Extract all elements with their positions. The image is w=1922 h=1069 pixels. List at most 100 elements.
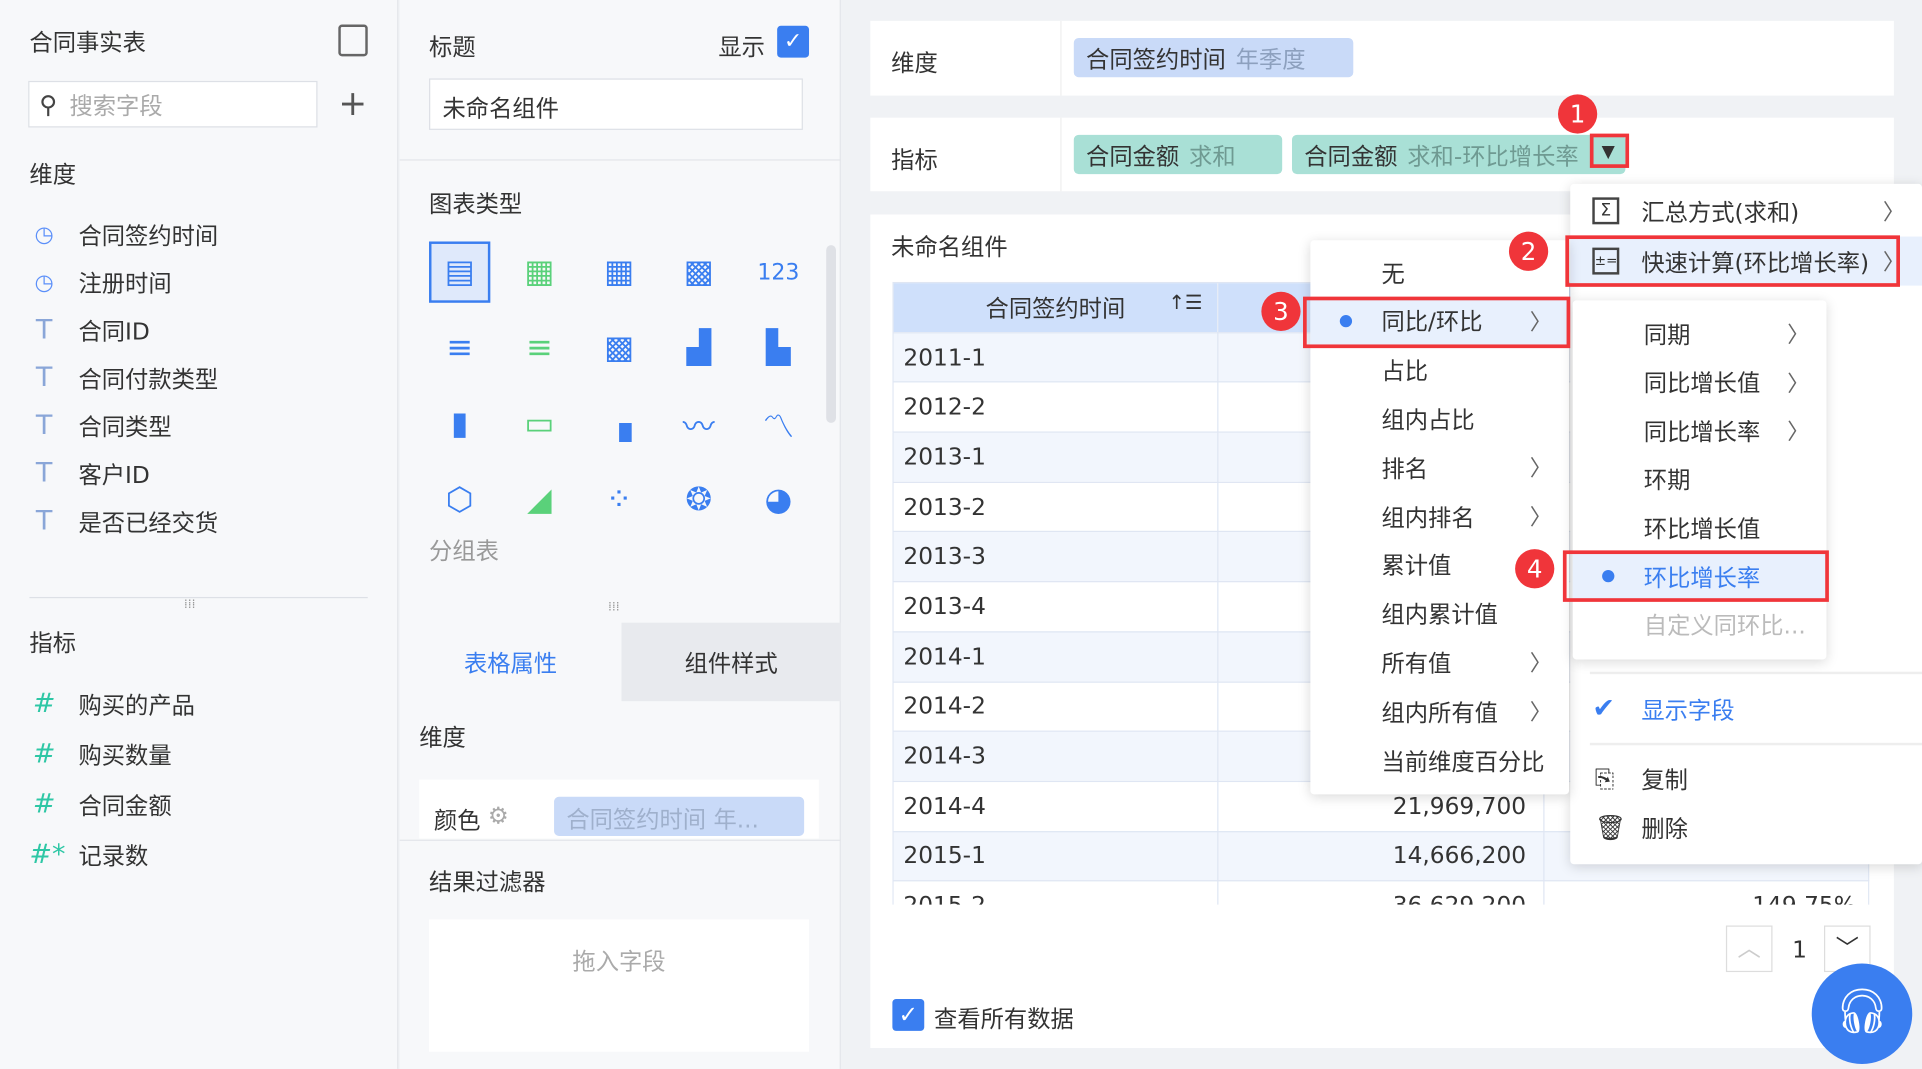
dimension-pill[interactable]: 合同签约时间 年季度 (1073, 37, 1354, 78)
field-item[interactable]: ◷ 注册时间 (29, 266, 171, 299)
scrollbar[interactable] (826, 245, 836, 423)
menu-item-compare-4[interactable]: 环比增长值 (1573, 503, 1827, 552)
field-item[interactable]: # 购买的产品 (29, 688, 195, 721)
copy-icon: ⎘ (1594, 763, 1615, 794)
field-item[interactable]: T 客户ID (29, 457, 150, 490)
chart-type-stacked-bar-icon[interactable]: ▙ (748, 317, 809, 378)
support-headset-icon[interactable]: 🎧︎ (1811, 963, 1913, 1064)
sort-icon[interactable]: ↑☰ (1168, 291, 1202, 314)
hash-icon: # (32, 789, 56, 821)
menu-item-summary[interactable]: Σ 汇总方式(求和) 〉 (1570, 186, 1922, 235)
color-field-pill[interactable]: 合同签约时间 年... (554, 796, 805, 836)
pill-name: 合同金额 (1304, 142, 1398, 170)
chart-type-scatter-chart-icon[interactable]: ⁘ (588, 469, 649, 530)
step-badge: 2 (1508, 231, 1549, 271)
metric-bar-label: 指标 (891, 147, 938, 175)
divider (399, 159, 841, 161)
gear-icon[interactable]: ⚙ (488, 803, 509, 830)
field-item[interactable]: ◷ 合同签约时间 (29, 218, 218, 251)
dimension-bar: 维度 合同签约时间 年季度 (870, 20, 1894, 96)
chart-type-radar-chart-icon[interactable]: ⬡ (429, 469, 490, 530)
menu-item-quick-3[interactable]: 组内占比 (1310, 394, 1569, 443)
cell-date: 2013-1 (892, 431, 1219, 483)
menu-item-quick-4[interactable]: 排名〉 (1310, 443, 1569, 492)
view-all-checkbox[interactable]: ✓ (892, 999, 925, 1031)
chart-type-number-card-icon[interactable]: 123 (748, 241, 809, 302)
menu-item-compare-1[interactable]: 同比增长值〉 (1573, 357, 1827, 406)
field-label: 注册时间 (78, 270, 172, 298)
color-row: 颜色 ⚙ 合同签约时间 年... (419, 779, 819, 839)
column-header-date[interactable]: 合同签约时间 ↑☰ (892, 281, 1219, 334)
chevron-right-icon: 〉 (1787, 370, 1810, 397)
show-title-checkbox[interactable]: ✓ (777, 25, 810, 58)
menu-item-compare-0[interactable]: 同期〉 (1573, 309, 1827, 358)
field-item[interactable]: T 合同ID (29, 314, 150, 347)
menu-item-copy[interactable]: ⎘ 复制 (1570, 754, 1922, 803)
field-item[interactable]: T 合同类型 (29, 409, 172, 442)
switch-dataset-icon[interactable] (338, 24, 368, 57)
sigma-icon: Σ (1592, 197, 1620, 225)
chart-type-detail-table-icon[interactable]: ▦ (588, 241, 649, 302)
chart-type-grouped-table-icon[interactable]: ▤ (429, 241, 491, 303)
menu-item-compare-2[interactable]: 同比增长率〉 (1573, 406, 1827, 455)
chart-type-indicator-table-icon[interactable]: ≡ (509, 317, 570, 378)
page-up-button[interactable]: ︿ (1725, 925, 1773, 973)
search-input[interactable]: ⚲ 搜索字段 (28, 80, 318, 128)
chart-type-range-bar-icon[interactable]: ▗ (588, 393, 649, 454)
tab-table-properties[interactable]: 表格属性 (399, 622, 622, 702)
view-all-label: 查看所有数据 (934, 1006, 1074, 1034)
chevron-right-icon: 〉 (1787, 419, 1810, 446)
dimension-bar-label: 维度 (891, 50, 938, 78)
chart-type-pie-chart-icon[interactable]: ◕ (748, 469, 809, 530)
text-icon: T (35, 315, 53, 346)
dimension-heading: 维度 (29, 161, 77, 189)
menu-item-quick-9[interactable]: 组内所有值〉 (1310, 687, 1569, 736)
cell-date: 2013-4 (892, 581, 1219, 633)
clock-icon: ◷ (34, 269, 54, 296)
filter-drop-zone[interactable]: 拖入字段 (429, 919, 810, 1052)
add-field-button[interactable]: + (338, 83, 367, 123)
chart-type-column-chart-icon[interactable]: ▮ (429, 393, 490, 454)
chart-type-multi-line-icon[interactable]: 〰 (668, 393, 729, 454)
hash-icon: # (32, 688, 56, 720)
title-input[interactable]: 未命名组件 (429, 78, 803, 130)
text-icon: T (35, 506, 53, 537)
menu-item-quick-2[interactable]: 占比 (1310, 345, 1569, 394)
highlight-box (1303, 296, 1571, 349)
menu-item-delete[interactable]: 🗑︎ 删除 (1570, 803, 1922, 852)
chart-type-label: 图表类型 (429, 191, 523, 219)
chart-type-colored-table-icon[interactable]: ≡ (429, 317, 490, 378)
tab-component-style[interactable]: 组件样式 (621, 622, 841, 702)
chart-type-area-chart-icon[interactable]: ◢ (509, 469, 570, 530)
menu-item-quick-8[interactable]: 所有值〉 (1310, 638, 1569, 687)
chart-type-heatmap-icon[interactable]: ▩ (588, 317, 649, 378)
menu-item-show-field[interactable]: ✔ 显示字段 (1570, 684, 1922, 733)
field-item[interactable]: # 购买数量 (29, 738, 172, 771)
chart-type-bubble-chart-icon[interactable]: ❂ (668, 469, 729, 530)
cell-date: 2015-1 (892, 830, 1219, 882)
trash-icon: 🗑︎ (1594, 812, 1626, 843)
menu-item-compare-3[interactable]: 环期 (1573, 455, 1827, 504)
field-label: 购买的产品 (78, 692, 195, 720)
chart-type-cross-table-icon[interactable]: ▦ (509, 241, 570, 302)
field-item[interactable]: T 是否已经交货 (29, 505, 218, 538)
chart-type-comparison-bar-icon[interactable]: ▭ (509, 393, 570, 454)
chart-type-kpi-card-icon[interactable]: ▩ (668, 241, 729, 302)
resize-handle[interactable]: ⁞⁞⁞ (608, 601, 620, 614)
menu-item-quick-7[interactable]: 组内累计值 (1310, 589, 1569, 638)
cell-amount: 36,629,200 (1217, 880, 1545, 905)
metric-pill-sum[interactable]: 合同金额 求和 (1073, 134, 1283, 175)
chart-type-line-chart-icon[interactable]: 〽 (748, 393, 809, 454)
chevron-right-icon: 〉 (1529, 505, 1552, 531)
menu-item-quick-5[interactable]: 组内排名〉 (1310, 492, 1569, 541)
dimension-label: 维度 (419, 724, 466, 752)
menu-item-quick-10[interactable]: 当前维度百分比 (1310, 735, 1569, 784)
chart-type-multi-bar-icon[interactable]: ▟ (668, 317, 729, 378)
field-item[interactable]: # 合同金额 (29, 788, 172, 821)
chevron-right-icon: 〉 (1529, 700, 1552, 726)
field-item[interactable]: #* 记录数 (29, 838, 148, 871)
field-item[interactable]: T 合同付款类型 (29, 362, 218, 395)
field-label: 合同签约时间 (78, 223, 219, 251)
metric-pill-mom[interactable]: 合同金额 求和-环比增长率 (1291, 134, 1626, 175)
resize-handle[interactable]: ⁞⁞⁞ (184, 598, 196, 611)
